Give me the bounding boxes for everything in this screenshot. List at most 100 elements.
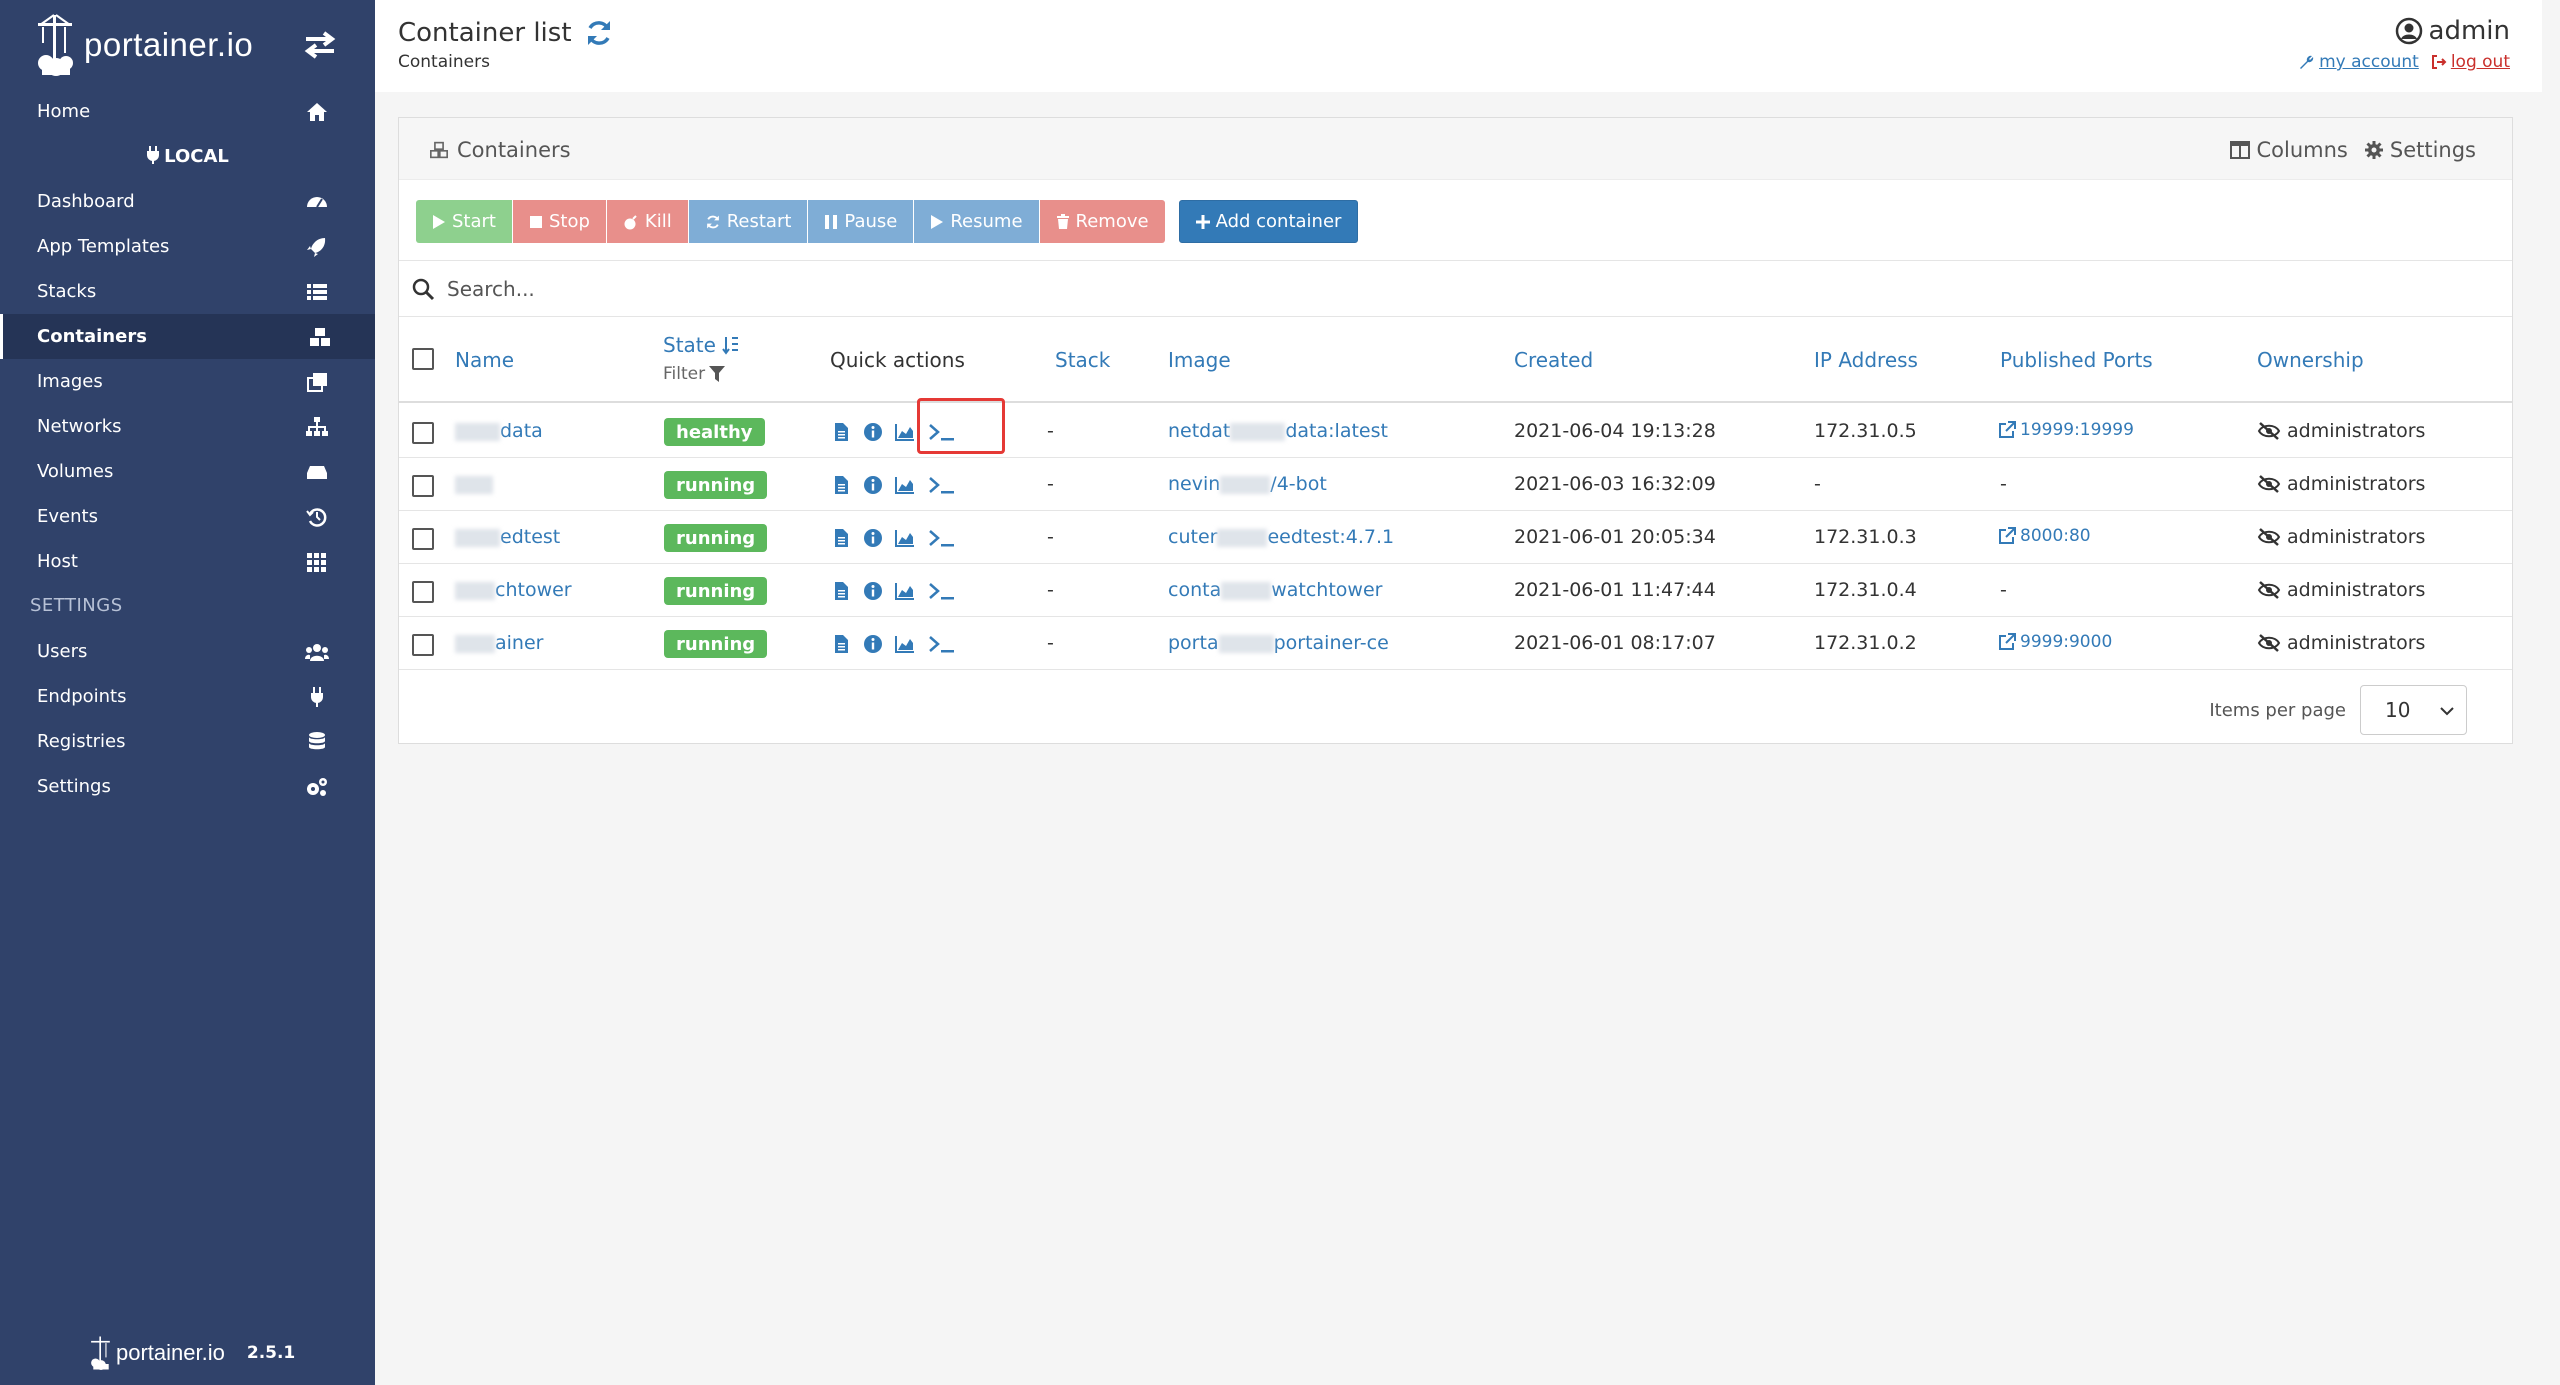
sidebar-item-label: Containers [37, 326, 147, 347]
search-icon [412, 278, 435, 300]
resume-button[interactable]: Resume [913, 200, 1039, 243]
settings-button[interactable]: Settings [2364, 138, 2476, 162]
created-timestamp: 2021-06-01 11:47:44 [1514, 579, 1716, 601]
image-link[interactable]: netdat data:latest [1168, 420, 1388, 442]
portainer-logo[interactable]: portainer.io [36, 10, 253, 80]
ip-address: 172.31.0.3 [1814, 526, 1917, 548]
logs-file-icon[interactable] [831, 475, 851, 495]
items-per-page-select[interactable]: 10 [2360, 685, 2467, 735]
refresh-icon[interactable] [584, 18, 614, 48]
plug-icon [147, 146, 160, 164]
logs-file-icon[interactable] [831, 581, 851, 601]
info-icon[interactable] [863, 528, 883, 548]
status-badge: running [664, 524, 768, 552]
sidebar-item-containers[interactable]: Containers [0, 314, 375, 359]
column-header-name[interactable]: Name [455, 348, 514, 372]
row-checkbox[interactable] [412, 475, 434, 497]
stats-chart-icon[interactable] [895, 528, 915, 548]
sitemap-icon [306, 417, 328, 436]
image-link[interactable]: conta watchtower [1168, 579, 1382, 601]
column-header-image[interactable]: Image [1168, 348, 1231, 372]
quick-actions [831, 527, 957, 549]
console-terminal-icon[interactable] [927, 527, 957, 549]
row-checkbox[interactable] [412, 581, 434, 603]
container-name-link[interactable]: chtower [455, 579, 572, 601]
published-port-link[interactable]: 8000:80 [1998, 526, 2091, 546]
log-out-link[interactable]: log out [2431, 52, 2510, 72]
published-port-link[interactable]: 19999:19999 [1998, 420, 2134, 440]
container-name-link[interactable]: ainer [455, 632, 543, 654]
info-icon[interactable] [863, 634, 883, 654]
container-name-link[interactable] [455, 473, 493, 495]
sidebar-item-users[interactable]: Users [0, 629, 375, 674]
image-link[interactable]: cuter eedtest:4.7.1 [1168, 526, 1394, 548]
pause-button[interactable]: Pause [807, 200, 914, 243]
redacted-text [455, 528, 500, 547]
column-header-state[interactable]: State [663, 333, 740, 357]
sidebar-item-home[interactable]: Home [0, 89, 375, 134]
container-name-link[interactable]: edtest [455, 526, 560, 548]
panel-title: Containers [429, 138, 571, 162]
console-terminal-icon[interactable] [927, 633, 957, 655]
column-header-stack[interactable]: Stack [1055, 348, 1110, 372]
eye-slash-icon [2257, 634, 2281, 652]
restart-button[interactable]: Restart [687, 200, 808, 243]
start-button[interactable]: Start [416, 200, 512, 243]
image-link[interactable]: porta portainer-ce [1168, 632, 1389, 654]
info-icon[interactable] [863, 581, 883, 601]
kill-button[interactable]: Kill [605, 200, 688, 243]
sidebar-item-networks[interactable]: Networks [0, 404, 375, 449]
created-timestamp: 2021-06-01 20:05:34 [1514, 526, 1716, 548]
sidebar-item-volumes[interactable]: Volumes [0, 449, 375, 494]
stats-chart-icon[interactable] [895, 475, 915, 495]
stats-chart-icon[interactable] [895, 634, 915, 654]
my-account-link[interactable]: my account [2299, 52, 2419, 72]
row-checkbox[interactable] [412, 422, 434, 444]
column-header-ownership[interactable]: Ownership [2257, 348, 2364, 372]
stats-chart-icon[interactable] [895, 422, 915, 442]
published-ports: - [2000, 579, 2007, 601]
sidebar-item-app-templates[interactable]: App Templates [0, 224, 375, 269]
list-icon [307, 284, 327, 300]
row-checkbox[interactable] [412, 634, 434, 656]
row-checkbox[interactable] [412, 528, 434, 550]
columns-button[interactable]: Columns [2230, 138, 2348, 162]
column-header-ports[interactable]: Published Ports [2000, 348, 2153, 372]
remove-button[interactable]: Remove [1038, 200, 1165, 243]
logs-file-icon[interactable] [831, 634, 851, 654]
stats-chart-icon[interactable] [895, 581, 915, 601]
sidebar-item-dashboard[interactable]: Dashboard [0, 179, 375, 224]
sidebar-item-registries[interactable]: Registries [0, 719, 375, 764]
container-name-link[interactable]: data [455, 420, 543, 442]
select-all-checkbox[interactable] [412, 348, 434, 370]
redacted-text [1230, 422, 1286, 441]
page-scrollbar[interactable] [2542, 0, 2560, 1385]
sidebar-item-stacks[interactable]: Stacks [0, 269, 375, 314]
console-terminal-icon[interactable] [927, 474, 957, 496]
logs-file-icon[interactable] [831, 422, 851, 442]
table-row: chtower running - conta watchtower 2021-0… [399, 564, 2512, 617]
image-link[interactable]: nevin/4-bot [1168, 473, 1327, 495]
stop-button[interactable]: Stop [511, 200, 606, 243]
add-container-button[interactable]: Add container [1178, 200, 1359, 243]
info-icon[interactable] [863, 422, 883, 442]
sidebar-item-endpoints[interactable]: Endpoints [0, 674, 375, 719]
sidebar-item-host[interactable]: Host [0, 539, 375, 584]
logs-file-icon[interactable] [831, 528, 851, 548]
status-badge: running [664, 577, 768, 605]
sidebar-item-events[interactable]: Events [0, 494, 375, 539]
info-icon[interactable] [863, 475, 883, 495]
column-header-ip[interactable]: IP Address [1814, 348, 1918, 372]
sidebar-item-label: App Templates [37, 236, 170, 257]
sidebar-item-images[interactable]: Images [0, 359, 375, 404]
console-terminal-icon[interactable] [927, 580, 957, 602]
clone-icon [307, 373, 327, 392]
redacted-text [1220, 475, 1271, 494]
published-port-link[interactable]: 9999:9000 [1998, 632, 2112, 652]
column-header-created[interactable]: Created [1514, 348, 1593, 372]
sidebar-item-settings[interactable]: Settings [0, 764, 375, 809]
search-input[interactable] [447, 268, 1947, 309]
toggle-sidebar-icon[interactable] [300, 30, 340, 60]
sidebar-item-label: Host [37, 551, 78, 572]
state-filter-button[interactable]: Filter [663, 364, 726, 384]
